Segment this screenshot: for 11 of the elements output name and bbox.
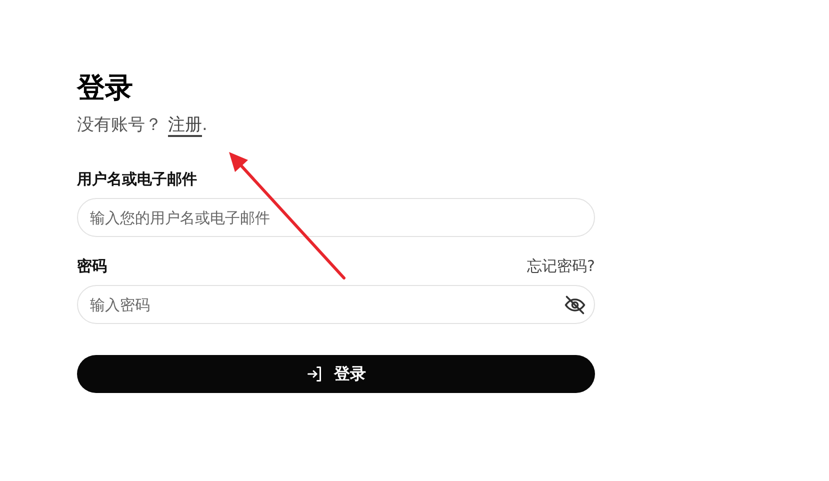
login-icon xyxy=(306,365,324,383)
signup-link[interactable]: 注册 xyxy=(168,115,202,135)
password-field[interactable]: 输入密码 xyxy=(77,285,595,324)
eye-off-icon[interactable] xyxy=(564,294,586,316)
login-button[interactable]: 登录 xyxy=(77,355,595,393)
username-field[interactable]: 输入您的用户名或电子邮件 xyxy=(77,198,595,237)
field-label: 用户名或电子邮件 xyxy=(77,169,197,190)
signup-prompt: 没有账号？ 注册. xyxy=(77,114,208,137)
page-title: 登录 xyxy=(77,70,134,106)
field-label: 密码 xyxy=(77,256,107,277)
forgot-password-link[interactable]: 忘记密码? xyxy=(527,255,595,277)
